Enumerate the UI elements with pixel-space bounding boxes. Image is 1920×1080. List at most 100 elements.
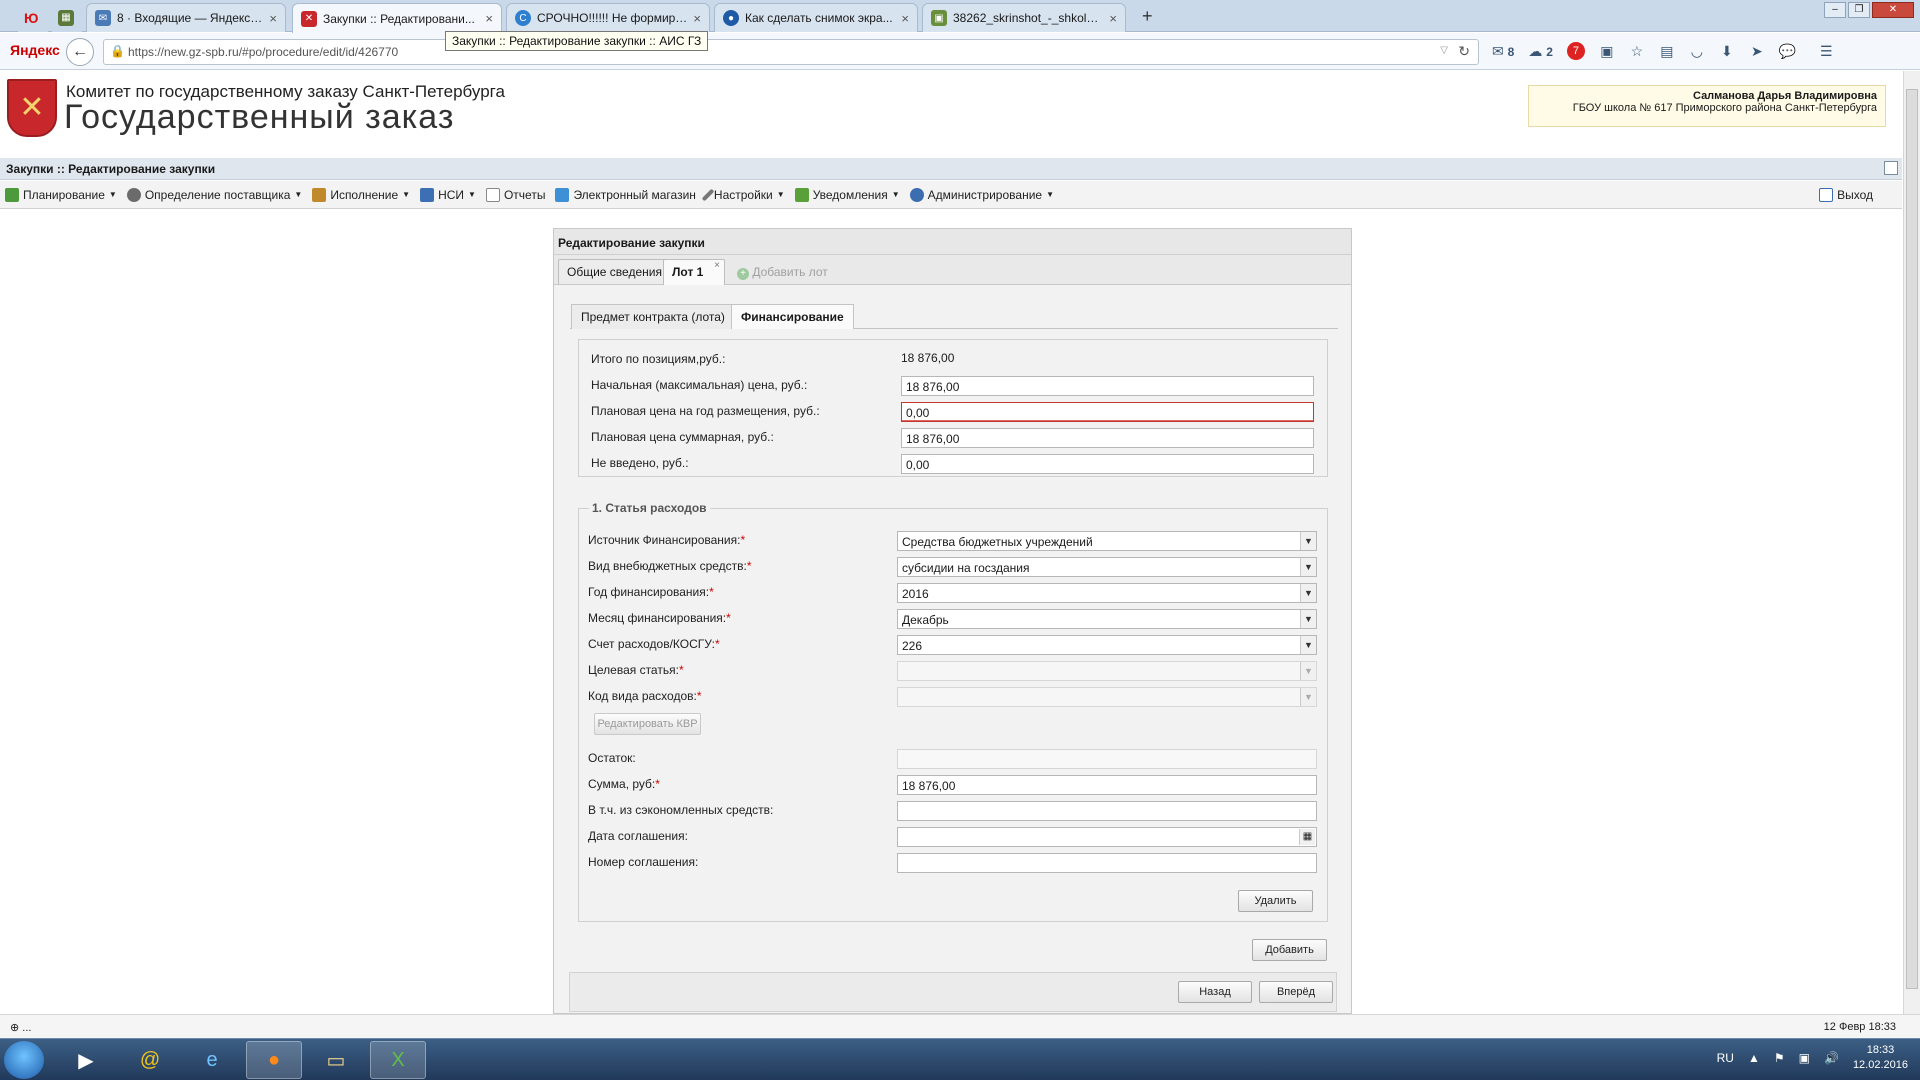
file-explorer-icon[interactable]: ▭: [308, 1041, 364, 1079]
menu-supplier[interactable]: Определение поставщика ▼: [122, 187, 307, 202]
expense-article-fieldset: Источник Финансирования:* Средства бюдже…: [578, 508, 1328, 922]
address-bar[interactable]: 🔒 https://new.gz-spb.ru/#po/procedure/ed…: [103, 39, 1479, 65]
exit-button[interactable]: Выход: [1814, 188, 1878, 202]
reload-icon[interactable]: ↻: [1458, 43, 1470, 60]
firefox-icon[interactable]: ●: [246, 1041, 302, 1079]
agreement-date-input[interactable]: ▦: [897, 827, 1317, 847]
internet-explorer-icon[interactable]: e: [184, 1041, 240, 1079]
edit-kvr-button[interactable]: Редактировать КВР: [594, 713, 701, 735]
minimize-icon[interactable]: –: [1824, 2, 1846, 18]
agreement-number-input[interactable]: [897, 853, 1317, 873]
target-article-select[interactable]: ▼: [897, 661, 1317, 681]
report-icon: [485, 187, 500, 202]
financing-source-select[interactable]: Средства бюджетных учреждений ▼: [897, 531, 1317, 551]
rest-input[interactable]: [897, 749, 1317, 769]
menu-reports[interactable]: Отчеты: [481, 187, 550, 202]
yandex-brand[interactable]: Яндекс: [10, 42, 60, 58]
sum-input[interactable]: 18 876,00: [897, 775, 1317, 795]
menu-planning[interactable]: Планирование ▼: [0, 187, 122, 202]
close-window-icon[interactable]: ✕: [1872, 2, 1914, 18]
new-tab-button[interactable]: +: [1142, 6, 1153, 27]
menu-admin[interactable]: Администрирование ▼: [905, 187, 1059, 202]
menu-execution[interactable]: Исполнение ▼: [307, 187, 415, 202]
notification-badge-icon[interactable]: 7: [1566, 42, 1585, 60]
add-button[interactable]: Добавить: [1252, 939, 1327, 961]
close-tab-icon[interactable]: ×: [1109, 11, 1117, 26]
offbudget-type-select[interactable]: субсидии на госздания ▼: [897, 557, 1317, 577]
menu-eshop[interactable]: Электронный магазин: [550, 187, 700, 202]
back-button[interactable]: Назад: [1178, 981, 1252, 1003]
language-indicator[interactable]: RU: [1717, 1051, 1734, 1065]
expense-type-code-select[interactable]: ▼: [897, 687, 1317, 707]
plan-year-price-input[interactable]: 0,00: [901, 402, 1314, 422]
menu-settings[interactable]: Настройки ▼: [701, 188, 790, 202]
action-center-icon[interactable]: ⚑: [1774, 1051, 1785, 1065]
financing-year-select[interactable]: 2016 ▼: [897, 583, 1317, 603]
network-icon[interactable]: ▣: [1799, 1051, 1810, 1065]
extension-icon[interactable]: ▣: [1599, 43, 1615, 60]
send-icon[interactable]: ➤: [1749, 43, 1765, 60]
excel-icon[interactable]: X: [370, 1041, 426, 1079]
yandex-pin-icon: Ю: [24, 9, 39, 26]
planning-icon: [5, 187, 19, 202]
tab-contract-subject[interactable]: Предмет контракта (лота): [571, 304, 735, 329]
tray-expand-icon[interactable]: ▲: [1748, 1051, 1760, 1065]
expense-account-select[interactable]: 226 ▼: [897, 635, 1317, 655]
user-icon: [909, 187, 924, 202]
collapse-header-icon[interactable]: [1884, 161, 1898, 175]
status-datetime: 12 Февр 18:33: [1823, 1021, 1896, 1033]
delete-button[interactable]: Удалить: [1238, 890, 1313, 912]
close-lot-icon[interactable]: ×: [714, 260, 720, 271]
tab-zakupki[interactable]: ✕ Закупки :: Редактировани... ×: [292, 3, 502, 33]
chat-icon[interactable]: 💬: [1779, 43, 1796, 60]
menu-icon[interactable]: ☰: [1818, 43, 1834, 60]
volume-icon[interactable]: 🔊: [1824, 1051, 1839, 1065]
tab-snapshot[interactable]: ● Как сделать снимок экра... ×: [714, 3, 918, 32]
pinned-tab-yandex[interactable]: Ю: [18, 3, 48, 32]
close-tab-icon[interactable]: ×: [693, 11, 701, 26]
clock[interactable]: 18:33 12.02.2016: [1853, 1043, 1908, 1073]
media-player-icon[interactable]: ▶: [58, 1041, 114, 1079]
tab-srochno[interactable]: C СРОЧНО!!!!!! Не формиру... ×: [506, 3, 710, 32]
exit-icon: [1819, 188, 1834, 202]
plan-total-price-input[interactable]: 18 876,00: [901, 428, 1314, 448]
dropdown-arrow-icon[interactable]: ▽: [1440, 45, 1448, 56]
initial-price-input[interactable]: 18 876,00: [901, 376, 1314, 396]
close-tab-icon[interactable]: ×: [485, 11, 493, 26]
scrollbar-thumb[interactable]: [1906, 89, 1918, 989]
financing-month-select[interactable]: Декабрь ▼: [897, 609, 1317, 629]
table-icon: [420, 187, 435, 202]
pocket-icon[interactable]: ◡: [1689, 43, 1705, 60]
tab-financing[interactable]: Финансирование: [731, 304, 854, 329]
start-button-icon[interactable]: [4, 1041, 44, 1079]
edit-procurement-panel: Редактирование закупки Общие сведения Ло…: [553, 228, 1352, 1014]
bookmark-star-icon[interactable]: ☆: [1629, 43, 1645, 60]
chevron-down-icon: ▼: [1300, 688, 1316, 706]
cloud-counter-icon[interactable]: ☁ 2: [1528, 43, 1553, 60]
menu-notifications[interactable]: Уведомления ▼: [790, 187, 905, 202]
close-tab-icon[interactable]: ×: [269, 11, 277, 26]
pinned-tab-2[interactable]: ▦: [52, 3, 82, 32]
tab-screenshot-image[interactable]: ▣ 38262_skrinshot_-_shkola_6... ×: [922, 3, 1126, 32]
lock-icon: 🔒: [110, 44, 125, 58]
forward-button[interactable]: Вперёд: [1259, 981, 1333, 1003]
not-entered-input[interactable]: 0,00: [901, 454, 1314, 474]
toolbar-icons: ✉ 8 ☁ 2 7 ▣ ☆ ▤ ◡ ⬇ ➤ 💬 ☰: [1492, 42, 1834, 60]
close-tab-icon[interactable]: ×: [901, 11, 909, 26]
menu-nsi[interactable]: НСИ ▼: [415, 187, 481, 202]
page-scrollbar[interactable]: [1903, 71, 1920, 1014]
mail-agent-icon[interactable]: @: [122, 1041, 178, 1079]
reading-list-icon[interactable]: ▤: [1659, 43, 1675, 60]
back-arrow-icon[interactable]: ←: [66, 38, 94, 66]
globe-icon: ●: [723, 10, 739, 26]
user-info: Салманова Дарья Владимировна ГБОУ школа …: [1528, 85, 1886, 127]
mail-counter-icon[interactable]: ✉ 8: [1492, 43, 1514, 60]
calendar-icon[interactable]: ▦: [1299, 829, 1315, 845]
add-lot-button[interactable]: + Добавить лот: [728, 259, 837, 284]
saved-funds-input[interactable]: [897, 801, 1317, 821]
maximize-icon[interactable]: ❐: [1848, 2, 1870, 18]
download-icon[interactable]: ⬇: [1719, 43, 1735, 60]
tab-lot-1[interactable]: Лот 1 ×: [663, 259, 725, 285]
tab-inbox[interactable]: ✉ 8 · Входящие — Яндекс.П... ×: [86, 3, 286, 32]
tab-general-info[interactable]: Общие сведения: [558, 259, 671, 284]
